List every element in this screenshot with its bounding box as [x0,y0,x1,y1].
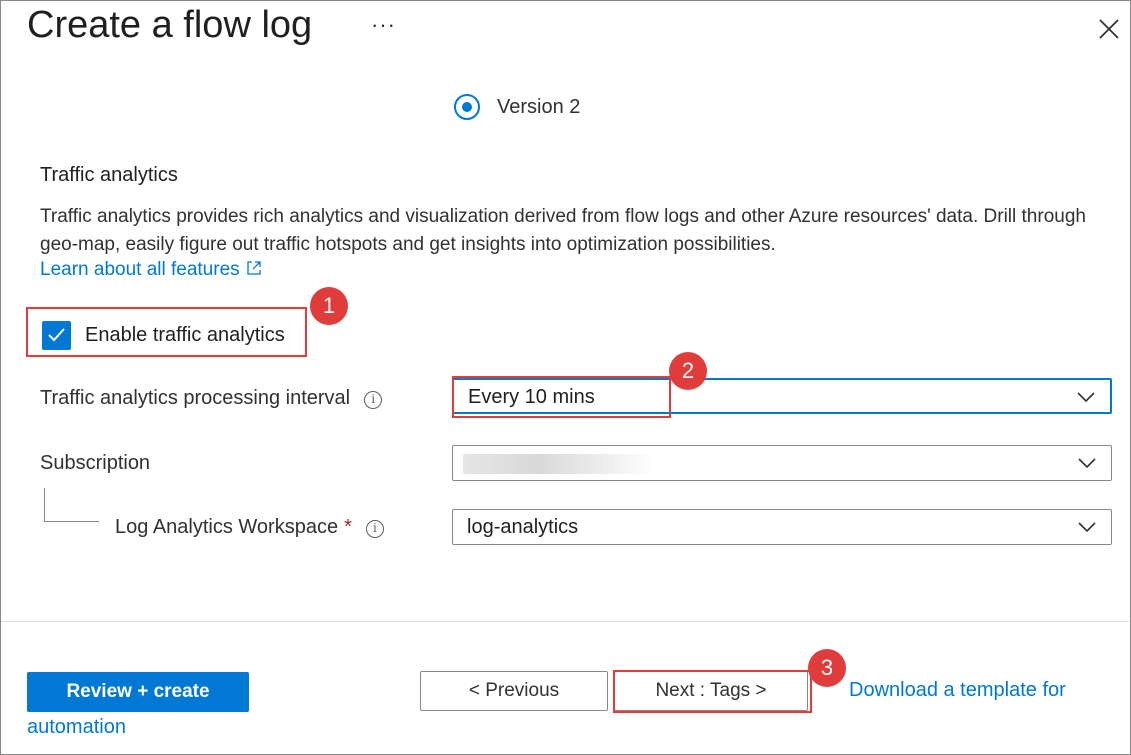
log-analytics-workspace-dropdown[interactable]: log-analytics [452,509,1112,545]
required-indicator: * [344,516,352,538]
previous-button[interactable]: < Previous [420,671,608,711]
interval-label-text: Traffic analytics processing interval [40,387,351,409]
callout-badge-3: 3 [808,649,846,687]
callout-badge-2: 2 [669,352,707,390]
info-icon[interactable]: i [364,391,383,409]
chevron-down-icon [1078,458,1096,469]
next-tags-button[interactable]: Next : Tags > [614,671,808,711]
callout-badge-1: 1 [310,287,348,325]
subscription-dropdown[interactable] [452,445,1112,481]
section-title: Traffic analytics [40,164,178,186]
interval-field-label: Traffic analytics processing interval i [40,387,383,410]
footer-divider [1,621,1129,622]
redacted-subscription-value [463,454,653,474]
workspace-label-text: Log Analytics Workspace [115,516,339,538]
checkmark-icon [48,328,65,342]
learn-features-link[interactable]: Learn about all features [40,259,262,281]
info-icon[interactable]: i [365,520,384,538]
chevron-down-icon [1078,522,1096,533]
enable-traffic-analytics-label: Enable traffic analytics [85,324,285,346]
review-create-button[interactable]: Review + create [27,672,249,712]
learn-features-label: Learn about all features [40,259,240,280]
workspace-value: log-analytics [467,516,579,538]
close-icon[interactable] [1096,16,1122,42]
section-description: Traffic analytics provides rich analytic… [40,206,1086,255]
subscription-field-label: Subscription [40,452,150,475]
chevron-down-icon [1077,392,1095,403]
download-template-link-continued[interactable]: automation [27,716,126,739]
tree-connector [44,488,99,522]
version-2-label: Version 2 [497,96,581,118]
subscription-label-text: Subscription [40,452,151,474]
page-title: Create a flow log [27,4,313,46]
version-2-radio[interactable] [454,94,480,120]
enable-traffic-analytics-checkbox[interactable] [42,321,71,350]
processing-interval-dropdown[interactable]: Every 10 mins [452,378,1112,414]
external-link-icon [246,261,261,275]
workspace-field-label: Log Analytics Workspace * i [115,516,384,539]
download-template-link[interactable]: Download a template for [849,679,1066,702]
more-options-button[interactable]: ··· [371,12,396,38]
interval-value: Every 10 mins [468,386,595,408]
